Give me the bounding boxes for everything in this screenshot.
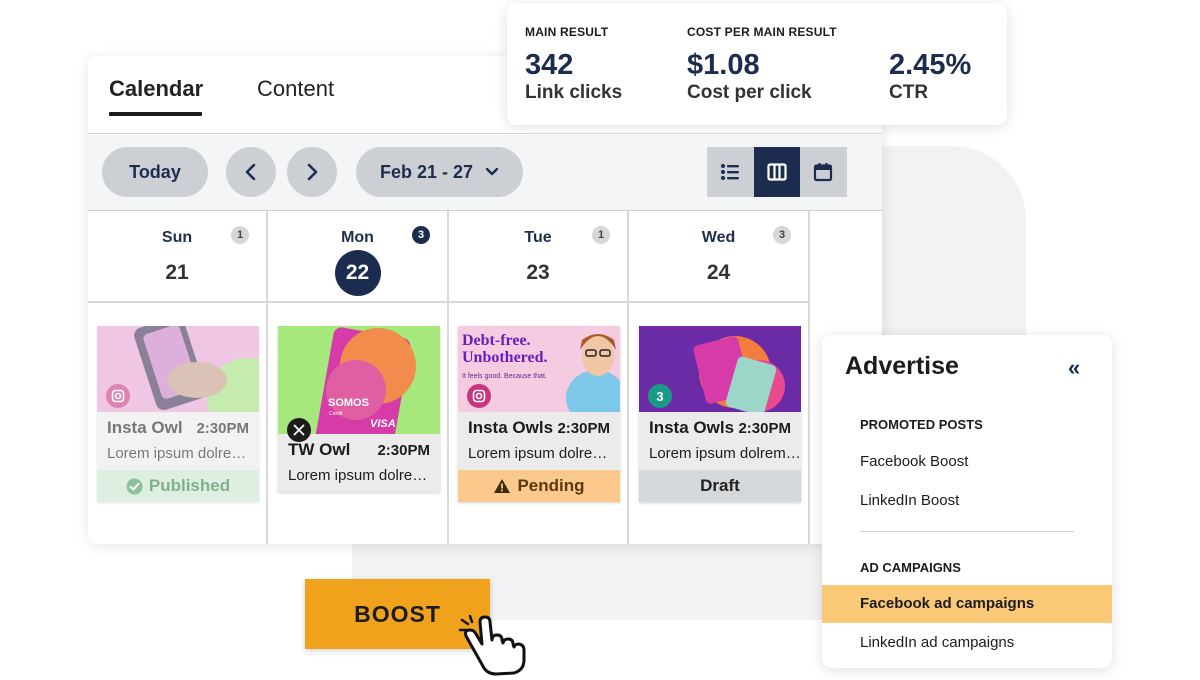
status-badge: Pending [458,470,620,502]
status-badge: Published [97,470,259,502]
chevron-right-icon [307,163,318,181]
status-badge: Draft [639,470,801,502]
post-time: 2:30PM [377,441,430,459]
view-switcher [707,147,847,197]
active-tab-indicator [109,112,202,116]
post-card[interactable]: Insta Owl 2:30PM Lorem ipsum dolre… Publ… [97,326,259,502]
post-account: TW Owl [288,440,351,459]
previous-week-button[interactable] [226,147,276,197]
post-count-badge: 3 [773,226,791,244]
check-circle-icon [126,478,143,494]
collapse-panel-button[interactable]: « [1068,355,1080,381]
post-description: Lorem ipsum dolre… [468,445,608,462]
next-week-button[interactable] [287,147,337,197]
menu-item-linkedin-campaigns[interactable]: LinkedIn ad campaigns [822,624,1112,662]
post-description: Lorem ipsum dolre… [288,467,428,484]
metric-value: $1.08 [687,49,760,81]
calendar-card: Calendar Content Today Feb 21 - 27 Sun 1… [88,56,882,544]
tab-calendar[interactable]: Calendar [109,76,203,102]
post-card[interactable]: It feels good. Because that. Debt-free. … [458,326,620,502]
post-card[interactable]: SOMOS Credit VISA TW Owl 2:30PM Lorem ip… [278,326,440,492]
post-description: Lorem ipsum dolrem… [649,445,801,462]
post-time: 2:30PM [196,419,249,437]
day-header: Mon 3 22 [268,211,447,303]
instagram-icon [467,384,491,408]
status-label: Pending [517,476,585,495]
calendar-toolbar: Today Feb 21 - 27 [88,135,882,211]
day-header: Wed 3 24 [629,211,808,303]
chevron-left-icon [245,163,256,181]
metric-cost-per-result: COST PER MAIN RESULT $1.08 Cost per clic… [687,25,837,104]
date-range-dropdown[interactable]: Feb 21 - 27 [356,147,523,197]
results-summary-card: MAIN RESULT 342 Link clicks COST PER MAI… [507,3,1007,125]
day-column-wed: Wed 3 24 3 Insta Owls 2:30PM Lorem ipsum… [629,211,810,544]
day-number-today: 22 [334,250,381,296]
menu-item-facebook-boost[interactable]: Facebook Boost [822,443,1112,481]
ad-tagline: It feels good. Because that. [462,373,547,380]
multi-network-badge: 3 [648,384,672,408]
day-column-mon: Mon 3 22 SOMOS Credit VISA TW Owl 2:30PM… [268,211,449,544]
metric-ctr: 2.45% CTR [889,39,971,104]
metric-caption: CTR [889,82,929,103]
day-column-tue: Tue 1 23 It feels good. Because that. De… [449,211,629,544]
status-label: Draft [700,476,740,495]
day-header: Sun 1 21 [88,211,266,303]
columns-icon [767,163,787,181]
advertise-panel: Advertise « PROMOTED POSTS Facebook Boos… [822,335,1112,668]
post-count-badge: 3 [412,226,430,244]
metric-main-result: MAIN RESULT 342 Link clicks [525,25,622,104]
post-time: 2:30PM [738,419,791,437]
pointer-hand-icon [458,614,526,676]
week-grid: Sun 1 21 Insta Owl 2:30PM Lorem ipsum do… [88,211,882,544]
ad-headline: Debt-free. Unbothered. [462,332,548,366]
post-count-badge: 1 [592,226,610,244]
metric-label: MAIN RESULT [525,25,609,39]
post-header: Insta Owls 2:30PM [458,412,620,444]
metric-caption: Link clicks [525,82,623,103]
card-sub-text: Credit [329,411,343,417]
post-account: Insta Owls [468,418,554,437]
day-header: Tue 1 23 [449,211,627,303]
list-icon [721,164,740,180]
list-view-button[interactable] [707,147,754,197]
metric-value: 342 [525,49,574,81]
warning-icon [494,479,511,493]
week-view-button[interactable] [753,147,801,197]
menu-item-facebook-campaigns[interactable]: Facebook ad campaigns [822,585,1112,623]
post-account: Insta Owl [107,418,183,437]
day-number: 23 [526,261,550,284]
post-header: Insta Owl 2:30PM [97,412,259,444]
card-visa-text: VISA [370,418,396,430]
chevron-down-icon [485,167,499,176]
menu-item-linkedin-boost[interactable]: LinkedIn Boost [822,482,1112,520]
tab-content[interactable]: Content [257,76,334,102]
panel-title: Advertise [845,352,959,380]
post-card[interactable]: 3 Insta Owls 2:30PM Lorem ipsum dolrem… … [639,326,801,502]
divider [860,531,1074,532]
post-account: Insta Owls [649,418,735,437]
post-description: Lorem ipsum dolre… [107,445,247,462]
post-count-badge: 1 [231,226,249,244]
day-number: 21 [165,261,189,284]
section-heading-campaigns: AD CAMPAIGNS [860,560,961,575]
date-range-label: Feb 21 - 27 [379,161,474,182]
section-heading-promoted: PROMOTED POSTS [860,417,983,432]
today-button[interactable]: Today [102,147,208,197]
day-number: 24 [706,261,731,284]
month-view-button[interactable] [800,147,847,197]
day-column-sun: Sun 1 21 Insta Owl 2:30PM Lorem ipsum do… [88,211,268,544]
metric-value: 2.45% [889,49,972,81]
metric-label: COST PER MAIN RESULT [687,25,837,39]
status-label: Published [148,476,231,495]
x-icon [287,418,311,442]
card-brand-text: SOMOS [328,397,369,409]
post-time: 2:30PM [557,419,610,437]
instagram-icon [106,384,130,408]
metric-caption: Cost per click [687,82,812,103]
calendar-icon [814,163,833,182]
post-header: Insta Owls 2:30PM [639,412,801,444]
